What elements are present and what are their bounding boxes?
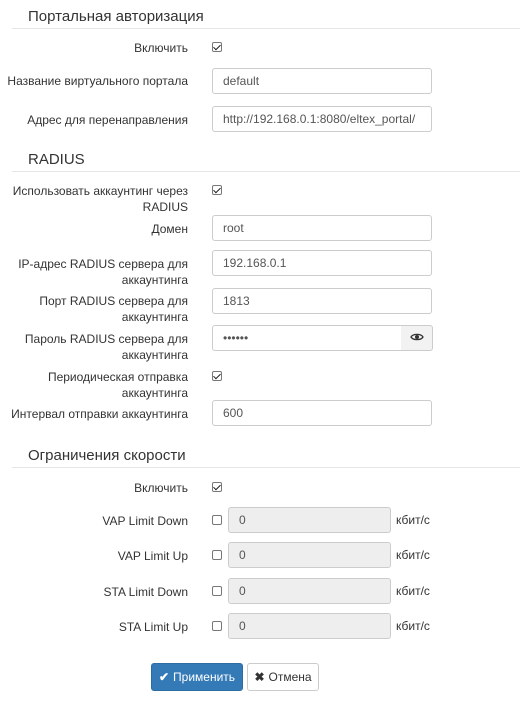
- cancel-button[interactable]: ✖ Отмена: [247, 663, 319, 691]
- vap-limit-up-checkbox[interactable]: [212, 550, 222, 560]
- radius-port-input[interactable]: 1813: [212, 288, 432, 314]
- section-divider: [12, 467, 520, 468]
- portal-redirect-input[interactable]: http://192.168.0.1:8080/eltex_portal/: [212, 106, 432, 132]
- radius-port-label: Порт RADIUS сервера для аккаунтинга: [39, 294, 188, 324]
- radius-interval-label: Интервал отправки аккаунтинга: [11, 407, 188, 421]
- eye-icon: [409, 331, 424, 345]
- portal-enable-label: Включить: [134, 41, 188, 55]
- radius-periodic-checkbox[interactable]: [212, 371, 222, 381]
- close-icon: ✖: [254, 670, 265, 684]
- speed-enable-checkbox[interactable]: [212, 482, 222, 492]
- sta-limit-down-checkbox[interactable]: [212, 586, 222, 596]
- unit-label: кбит/с: [396, 513, 430, 527]
- vap-limit-up-label: VAP Limit Up: [117, 549, 188, 563]
- section-divider: [12, 171, 520, 172]
- radius-ip-label: IP-адрес RADIUS сервера для аккаунтинга: [18, 257, 188, 287]
- apply-button-label: Применить: [173, 670, 236, 684]
- apply-button[interactable]: ✔ Применить: [151, 663, 243, 691]
- portal-enable-checkbox[interactable]: [212, 42, 222, 52]
- portal-vname-label: Название виртуального портала: [7, 74, 188, 88]
- speed-enable-label: Включить: [134, 481, 188, 495]
- unit-label: кбит/с: [396, 619, 430, 633]
- radius-ip-input[interactable]: 192.168.0.1: [212, 250, 432, 276]
- radius-section-title: RADIUS: [28, 151, 85, 168]
- vap-limit-up-input[interactable]: 0: [228, 542, 391, 568]
- vap-limit-down-checkbox[interactable]: [212, 515, 222, 525]
- vap-limit-down-input[interactable]: 0: [228, 507, 391, 533]
- radius-use-acct-label: Использовать аккаунтинг через RADIUS: [12, 184, 188, 214]
- speed-section-title: Ограничения скорости: [28, 447, 186, 464]
- sta-limit-down-label: STA Limit Down: [103, 585, 188, 599]
- radius-interval-input[interactable]: 600: [212, 400, 432, 426]
- check-icon: ✔: [158, 670, 170, 684]
- radius-periodic-label: Периодическая отправка аккаунтинга: [47, 370, 188, 400]
- sta-limit-up-checkbox[interactable]: [212, 621, 222, 631]
- vap-limit-down-label: VAP Limit Down: [102, 514, 188, 528]
- radius-domain-label: Домен: [151, 222, 189, 236]
- unit-label: кбит/с: [396, 584, 430, 598]
- show-password-button[interactable]: [401, 325, 433, 351]
- portal-section-title: Портальная авторизация: [28, 8, 204, 25]
- sta-limit-up-label: STA Limit Up: [118, 620, 188, 634]
- sta-limit-up-input[interactable]: 0: [228, 613, 391, 639]
- portal-redirect-label: Адрес для перенаправления: [27, 113, 188, 127]
- portal-vname-input[interactable]: default: [212, 68, 432, 94]
- radius-password-input[interactable]: ••••••: [212, 325, 402, 351]
- radius-use-acct-checkbox[interactable]: [212, 185, 222, 195]
- radius-domain-input[interactable]: root: [212, 215, 432, 241]
- radius-password-label: Пароль RADIUS сервера для аккаунтинга: [24, 332, 188, 362]
- section-divider: [12, 28, 520, 29]
- sta-limit-down-input[interactable]: 0: [228, 578, 391, 604]
- unit-label: кбит/с: [396, 548, 430, 562]
- cancel-button-label: Отмена: [268, 670, 312, 684]
